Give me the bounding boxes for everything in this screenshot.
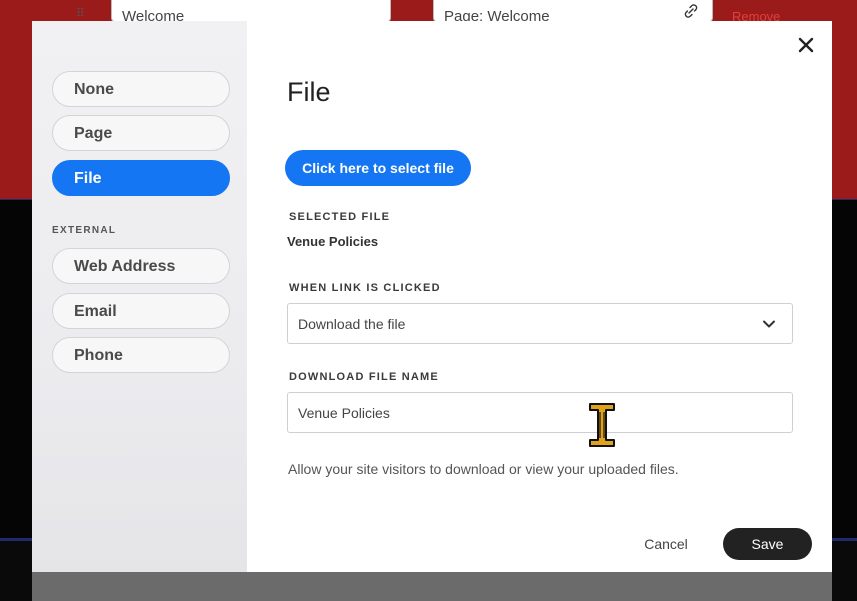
link-settings-modal: None Page File EXTERNAL Web Address Emai…: [32, 21, 832, 572]
background-link-input[interactable]: Page: Welcome: [433, 0, 713, 22]
when-link-clicked-select[interactable]: Download the file: [287, 303, 793, 344]
link-type-file-label: File: [74, 170, 102, 187]
select-file-button[interactable]: Click here to select file: [285, 150, 471, 186]
close-button[interactable]: [796, 35, 816, 55]
selected-file-value: Venue Policies: [287, 234, 379, 249]
help-text: Allow your site visitors to download or …: [288, 461, 679, 477]
text-cursor-icon: [589, 403, 615, 447]
selected-file-label: SELECTED FILE: [289, 211, 391, 223]
link-type-none-label: None: [74, 81, 114, 98]
link-type-web-address-label: Web Address: [74, 258, 176, 275]
close-icon: [798, 37, 814, 53]
link-type-web-address-button[interactable]: Web Address: [52, 248, 230, 284]
link-type-email-button[interactable]: Email: [52, 293, 230, 329]
download-file-name-input[interactable]: [287, 392, 793, 433]
link-type-page-button[interactable]: Page: [52, 115, 230, 151]
when-link-clicked-label: WHEN LINK IS CLICKED: [289, 282, 441, 294]
link-type-email-label: Email: [74, 303, 117, 320]
link-type-page-label: Page: [74, 125, 113, 142]
link-type-phone-button[interactable]: Phone: [52, 337, 230, 373]
panel-title: File: [287, 77, 331, 107]
link-type-file-button[interactable]: File: [52, 160, 230, 196]
link-type-sidebar: None Page File EXTERNAL Web Address Emai…: [32, 21, 247, 572]
cancel-button[interactable]: Cancel: [627, 528, 705, 560]
background-link-row: ⠿ Welcome Page: Welcome Remove: [0, 0, 857, 24]
background-title-input[interactable]: Welcome: [111, 0, 391, 22]
link-icon: [684, 4, 698, 21]
external-section-label: EXTERNAL: [52, 225, 117, 236]
download-file-name-label: DOWNLOAD FILE NAME: [289, 371, 439, 383]
chevron-down-icon: [763, 320, 775, 328]
when-link-clicked-value: Download the file: [298, 316, 406, 332]
drag-handle-icon[interactable]: ⠿: [76, 6, 86, 20]
link-type-phone-label: Phone: [74, 347, 123, 364]
link-type-none-button[interactable]: None: [52, 71, 230, 107]
save-button[interactable]: Save: [723, 528, 812, 560]
background-link-text: Page: Welcome: [444, 8, 550, 22]
background-toolbar: [32, 572, 832, 601]
